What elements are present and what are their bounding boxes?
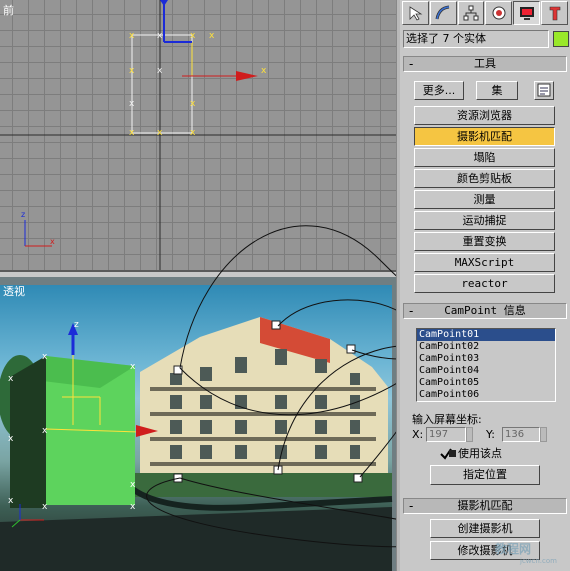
x-label: X:: [412, 428, 424, 441]
camera-match-rollout-header[interactable]: - 摄影机匹配: [403, 498, 567, 514]
campoint-rollout-header[interactable]: - CamPoint 信息: [403, 303, 567, 319]
front-viewport-canvas: x x x x x x x x x x x x z x: [0, 0, 396, 270]
tool-button-motion-capture[interactable]: 运动捕捉: [414, 211, 555, 230]
tools-rollout-title: 工具: [474, 57, 496, 70]
display-tab-icon[interactable]: [513, 1, 541, 25]
svg-text:x: x: [129, 128, 135, 138]
tool-button-asset-browser[interactable]: 资源浏览器: [414, 106, 555, 125]
x-coordinate-spinner[interactable]: 197: [426, 427, 466, 442]
list-item[interactable]: CamPoint02: [417, 341, 555, 353]
svg-text:x: x: [190, 128, 196, 138]
tool-button-reset-xform[interactable]: 重置变换: [414, 232, 555, 251]
object-color-swatch[interactable]: [553, 31, 569, 47]
svg-text:x: x: [157, 31, 163, 41]
list-item[interactable]: CamPoint05: [417, 377, 555, 389]
svg-text:x: x: [42, 352, 48, 362]
svg-text:x: x: [8, 434, 14, 444]
use-point-row[interactable]: 使用该点: [440, 445, 530, 461]
tool-button-color-clipboard[interactable]: 颜色剪贴板: [414, 169, 555, 188]
list-item[interactable]: CamPoint06: [417, 389, 555, 401]
svg-text:x: x: [129, 31, 135, 41]
svg-text:x: x: [42, 502, 48, 512]
list-item[interactable]: CamPoint03: [417, 353, 555, 365]
campoint-rollout-title: CamPoint 信息: [444, 304, 526, 317]
perspective-viewport[interactable]: z x x x x x x x x x 透视: [0, 277, 396, 571]
svg-text:x: x: [129, 66, 135, 76]
svg-text:x: x: [8, 374, 14, 384]
y-label: Y:: [486, 428, 495, 441]
svg-text:x: x: [209, 31, 215, 41]
assign-position-button[interactable]: 指定位置: [430, 465, 540, 485]
tool-button-maxscript[interactable]: MAXScript: [414, 253, 555, 272]
x-spinner-arrows[interactable]: [466, 427, 473, 442]
more-button[interactable]: 更多...: [414, 81, 464, 100]
selection-row: 选择了 7 个实体: [403, 30, 569, 48]
utilities-tab-icon[interactable]: [541, 1, 568, 25]
y-spinner-arrows[interactable]: [540, 427, 547, 442]
svg-text:x: x: [8, 496, 14, 506]
svg-text:x: x: [130, 480, 136, 490]
use-point-checkbox-icon: [440, 448, 456, 460]
svg-text:x: x: [190, 99, 196, 109]
tool-button-measure[interactable]: 测量: [414, 190, 555, 209]
svg-text:x: x: [129, 99, 135, 109]
perspective-canvas: z x x x x x x x x x: [0, 317, 393, 571]
svg-text:x: x: [130, 502, 136, 512]
tool-button-reactor[interactable]: reactor: [414, 274, 555, 293]
create-tab-icon[interactable]: [402, 1, 429, 25]
tools-rollout-header[interactable]: - 工具: [403, 56, 567, 72]
list-item[interactable]: CamPoint01: [417, 329, 555, 341]
front-viewport[interactable]: 前 x xxx xx xxx xxx z x: [0, 0, 396, 272]
use-point-label: 使用该点: [458, 447, 502, 460]
svg-text:x: x: [157, 128, 163, 138]
configure-sets-button[interactable]: [534, 81, 554, 100]
svg-text:x: x: [261, 66, 267, 76]
hierarchy-tab-icon[interactable]: [457, 1, 485, 25]
camera-match-rollout-title: 摄影机匹配: [457, 499, 513, 512]
watermark-url: jcwcn.com: [520, 557, 557, 565]
svg-text:x: x: [50, 237, 55, 246]
tool-button-collapse[interactable]: 塌陷: [414, 148, 555, 167]
screen-coords-label: 输入屏幕坐标:: [412, 413, 482, 426]
perspective-viewport-label[interactable]: 透视: [3, 283, 25, 299]
campoint-list[interactable]: CamPoint01 CamPoint02 CamPoint03 CamPoin…: [416, 328, 556, 402]
motion-tab-icon[interactable]: [485, 1, 513, 25]
configure-icon: [537, 83, 551, 97]
svg-text:x: x: [190, 31, 196, 41]
selection-name-field[interactable]: 选择了 7 个实体: [403, 30, 549, 48]
create-camera-button[interactable]: 创建摄影机: [430, 519, 540, 538]
modify-tab-icon[interactable]: [429, 1, 457, 25]
list-item[interactable]: CamPoint04: [417, 365, 555, 377]
svg-text:z: z: [21, 210, 25, 219]
svg-text:x: x: [157, 66, 163, 76]
watermark: 教程网: [495, 542, 532, 556]
svg-text:z: z: [74, 320, 79, 330]
tool-button-camera-match[interactable]: 摄影机匹配: [414, 127, 555, 146]
command-panel-tabs: [402, 1, 568, 27]
sets-button[interactable]: 集: [476, 81, 518, 100]
svg-text:x: x: [42, 426, 48, 436]
svg-text:x: x: [130, 362, 136, 372]
y-coordinate-spinner[interactable]: 136: [502, 427, 540, 442]
